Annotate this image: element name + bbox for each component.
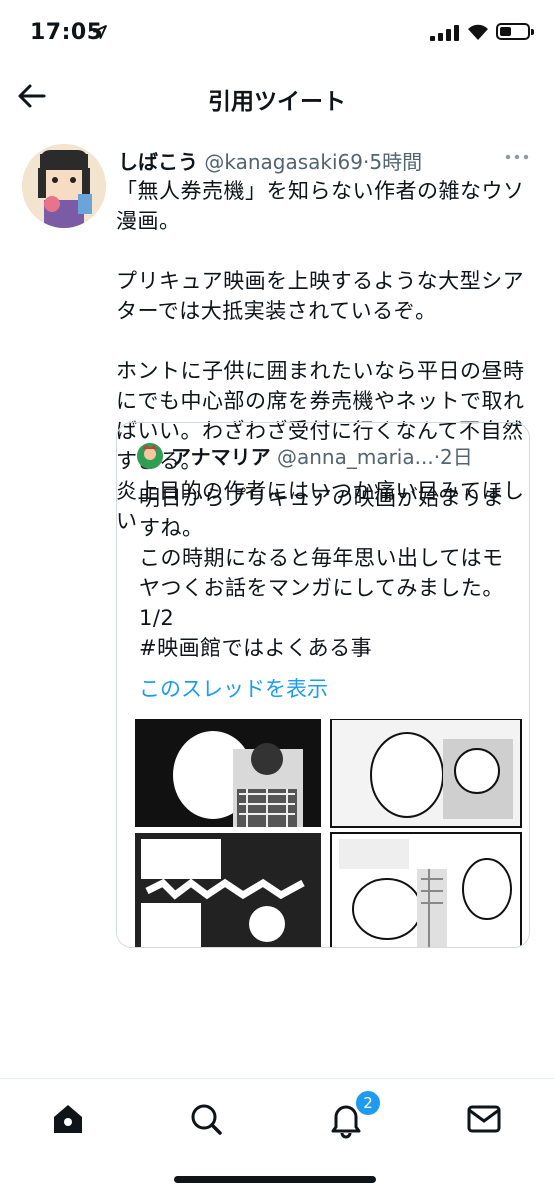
wifi-icon <box>468 24 488 40</box>
location-arrow-icon <box>93 25 107 39</box>
quoted-tweet-header: アナマリア @anna_maria...·2日 <box>137 441 517 471</box>
quoted-tweet-time: ·2日 <box>433 445 473 469</box>
show-thread-link[interactable]: このスレッドを表示 <box>139 673 328 703</box>
tweet-time: ·5時間 <box>363 150 423 174</box>
display-name[interactable]: しばこう <box>118 150 198 174</box>
home-icon[interactable] <box>48 1099 88 1139</box>
mail-icon[interactable] <box>464 1099 504 1139</box>
more-icon[interactable] <box>504 150 530 164</box>
battery-icon <box>496 23 534 40</box>
quoted-tweet[interactable]: アナマリア @anna_maria...·2日 明日からプリキュアの映画が始まり… <box>116 422 530 948</box>
status-bar: 17:05 <box>0 0 554 64</box>
tweet-header: しばこう @kanagasaki69·5時間 <box>118 146 538 176</box>
home-indicator <box>174 1176 376 1183</box>
signal-icon <box>430 25 459 41</box>
avatar-illustration <box>22 144 106 228</box>
quoted-tweet-text: 明日からプリキュアの映画が始まりますね。 この時期になると毎年思い出してはモヤつ… <box>139 486 505 660</box>
quoted-display-name: アナマリア <box>171 445 271 469</box>
avatar[interactable] <box>22 144 106 228</box>
search-icon[interactable] <box>186 1099 226 1139</box>
page-title: 引用ツイート <box>208 89 346 115</box>
manga-panels <box>117 718 529 947</box>
user-handle[interactable]: @kanagasaki69 <box>204 150 363 174</box>
manga-image[interactable] <box>117 718 529 947</box>
quoted-avatar <box>137 443 163 469</box>
notification-badge: 2 <box>354 1089 382 1117</box>
quoted-user-handle: @anna_maria... <box>276 445 434 469</box>
header: 引用ツイート <box>0 64 554 130</box>
